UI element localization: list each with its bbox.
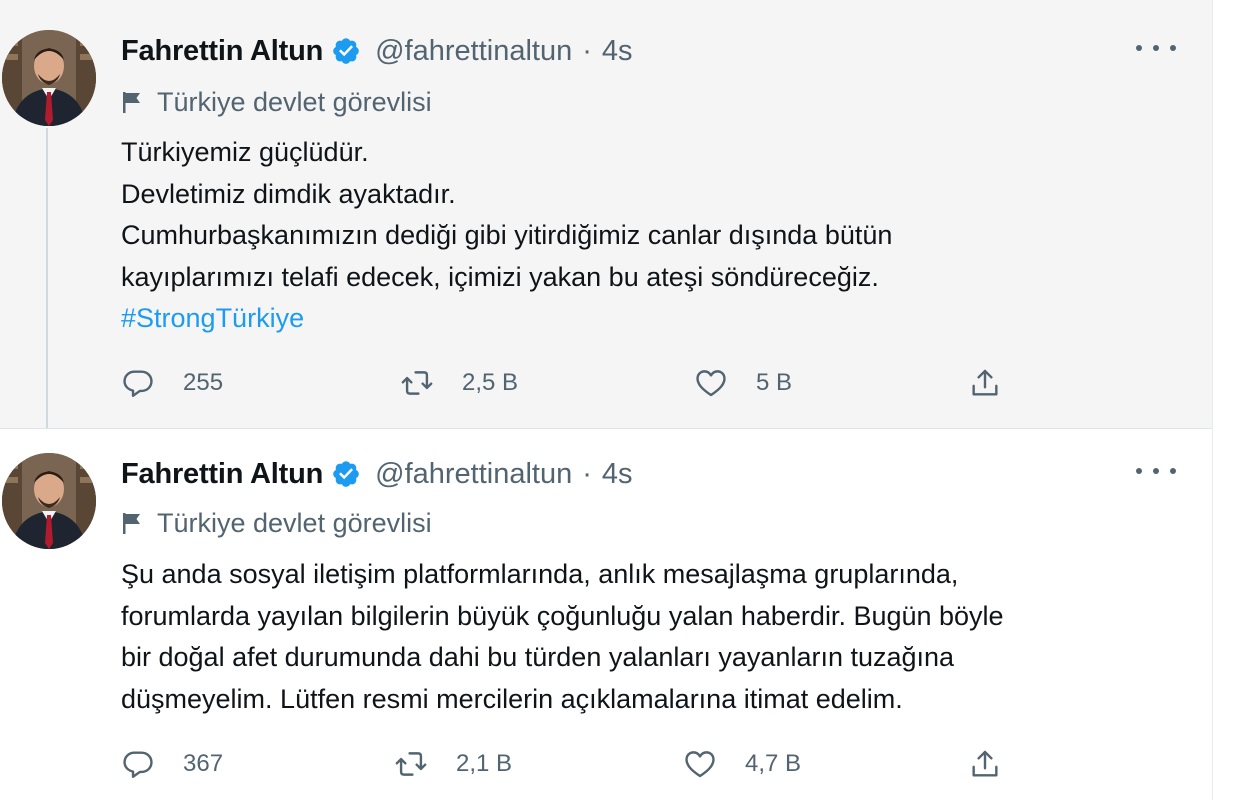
share-button[interactable]: [968, 363, 1002, 403]
column-divider: [1212, 0, 1213, 800]
share-button[interactable]: [968, 744, 1002, 784]
like-count: 5 B: [756, 369, 793, 396]
government-account-label: Türkiye devlet görevlisi: [121, 505, 432, 541]
avatar[interactable]: [2, 30, 96, 126]
author-name[interactable]: Fahrettin Altun: [121, 458, 323, 491]
tweet-header: Fahrettin Altun @fahrettinaltun · 4s: [121, 31, 633, 71]
retweet-count: 2,5 B: [462, 369, 519, 396]
tweet[interactable]: Fahrettin Altun @fahrettinaltun · 4s Tür…: [0, 0, 1212, 429]
retweet-icon: [401, 371, 433, 395]
separator-dot: ·: [582, 34, 592, 67]
avatar[interactable]: [2, 453, 96, 549]
government-account-label: Türkiye devlet görevlisi: [121, 84, 432, 120]
like-button[interactable]: 4,7 B: [683, 744, 801, 784]
verified-badge-icon: [331, 459, 361, 489]
separator-dot: ·: [582, 457, 592, 490]
more-dots-icon[interactable]: [1136, 38, 1176, 58]
reply-button[interactable]: 255: [121, 363, 223, 403]
reply-button[interactable]: 367: [121, 744, 223, 784]
tweet-text-line: bir doğal afet durumunda dahi bu türden …: [121, 642, 955, 672]
verified-badge-icon: [331, 36, 361, 66]
reply-icon: [123, 370, 153, 397]
like-count: 4,7 B: [745, 750, 802, 777]
retweet-icon: [395, 752, 427, 776]
author-name[interactable]: Fahrettin Altun: [121, 35, 323, 68]
tweet-text-line: Cumhurbaşkanımızın dediği gibi yitirdiği…: [121, 220, 893, 250]
tweet[interactable]: Fahrettin Altun @fahrettinaltun · 4s Tür…: [0, 429, 1212, 800]
tweet-text: Türkiyemiz güçlüdür. Devletimiz dimdik a…: [121, 132, 1181, 340]
tweet-text-line: Türkiyemiz güçlüdür.: [121, 137, 369, 167]
tweet-text-line: Devletimiz dimdik ayaktadır.: [121, 178, 456, 209]
tweet-actions: 255 2,5 B 5 B: [0, 363, 1212, 403]
like-button[interactable]: 5 B: [694, 363, 792, 403]
government-label-text: Türkiye devlet görevlisi: [157, 86, 432, 117]
reply-icon: [123, 751, 153, 778]
tweet-header: Fahrettin Altun @fahrettinaltun · 4s: [121, 454, 633, 494]
reply-count: 367: [183, 750, 224, 777]
author-handle[interactable]: @fahrettinaltun: [375, 35, 572, 68]
tweet-timestamp[interactable]: 4s: [602, 458, 633, 491]
tweet-text-line: kayıplarımızı telafi edecek, içimizi yak…: [121, 261, 879, 292]
like-icon: [696, 370, 726, 397]
tweet-text-line: Şu anda sosyal iletişim platformlarında,…: [121, 559, 959, 589]
share-icon: [972, 369, 998, 396]
tweet-text-line: düşmeyelim. Lütfen resmi mercilerin açık…: [121, 683, 903, 714]
tweet-text-line: forumlarda yayılan bilgilerin büyük çoğu…: [121, 600, 1004, 631]
share-icon: [972, 750, 998, 777]
tweet-actions: 367 2,1 B 4,7 B: [0, 744, 1212, 784]
flag-icon: [123, 513, 140, 534]
retweet-count: 2,1 B: [456, 750, 513, 777]
government-label-text: Türkiye devlet görevlisi: [157, 507, 432, 538]
retweet-button[interactable]: 2,1 B: [394, 744, 512, 784]
retweet-button[interactable]: 2,5 B: [400, 363, 518, 403]
hashtag-link[interactable]: #StrongTürkiye: [121, 298, 1181, 340]
tweet-feed: Fahrettin Altun @fahrettinaltun · 4s Tür…: [0, 0, 1243, 800]
flag-icon: [123, 92, 140, 113]
tweet-timestamp[interactable]: 4s: [602, 35, 633, 68]
like-icon: [685, 751, 715, 778]
more-dots-icon[interactable]: [1136, 461, 1176, 481]
tweet-text: Şu anda sosyal iletişim platformlarında,…: [121, 554, 1181, 720]
reply-count: 255: [183, 369, 224, 396]
author-handle[interactable]: @fahrettinaltun: [375, 458, 572, 491]
